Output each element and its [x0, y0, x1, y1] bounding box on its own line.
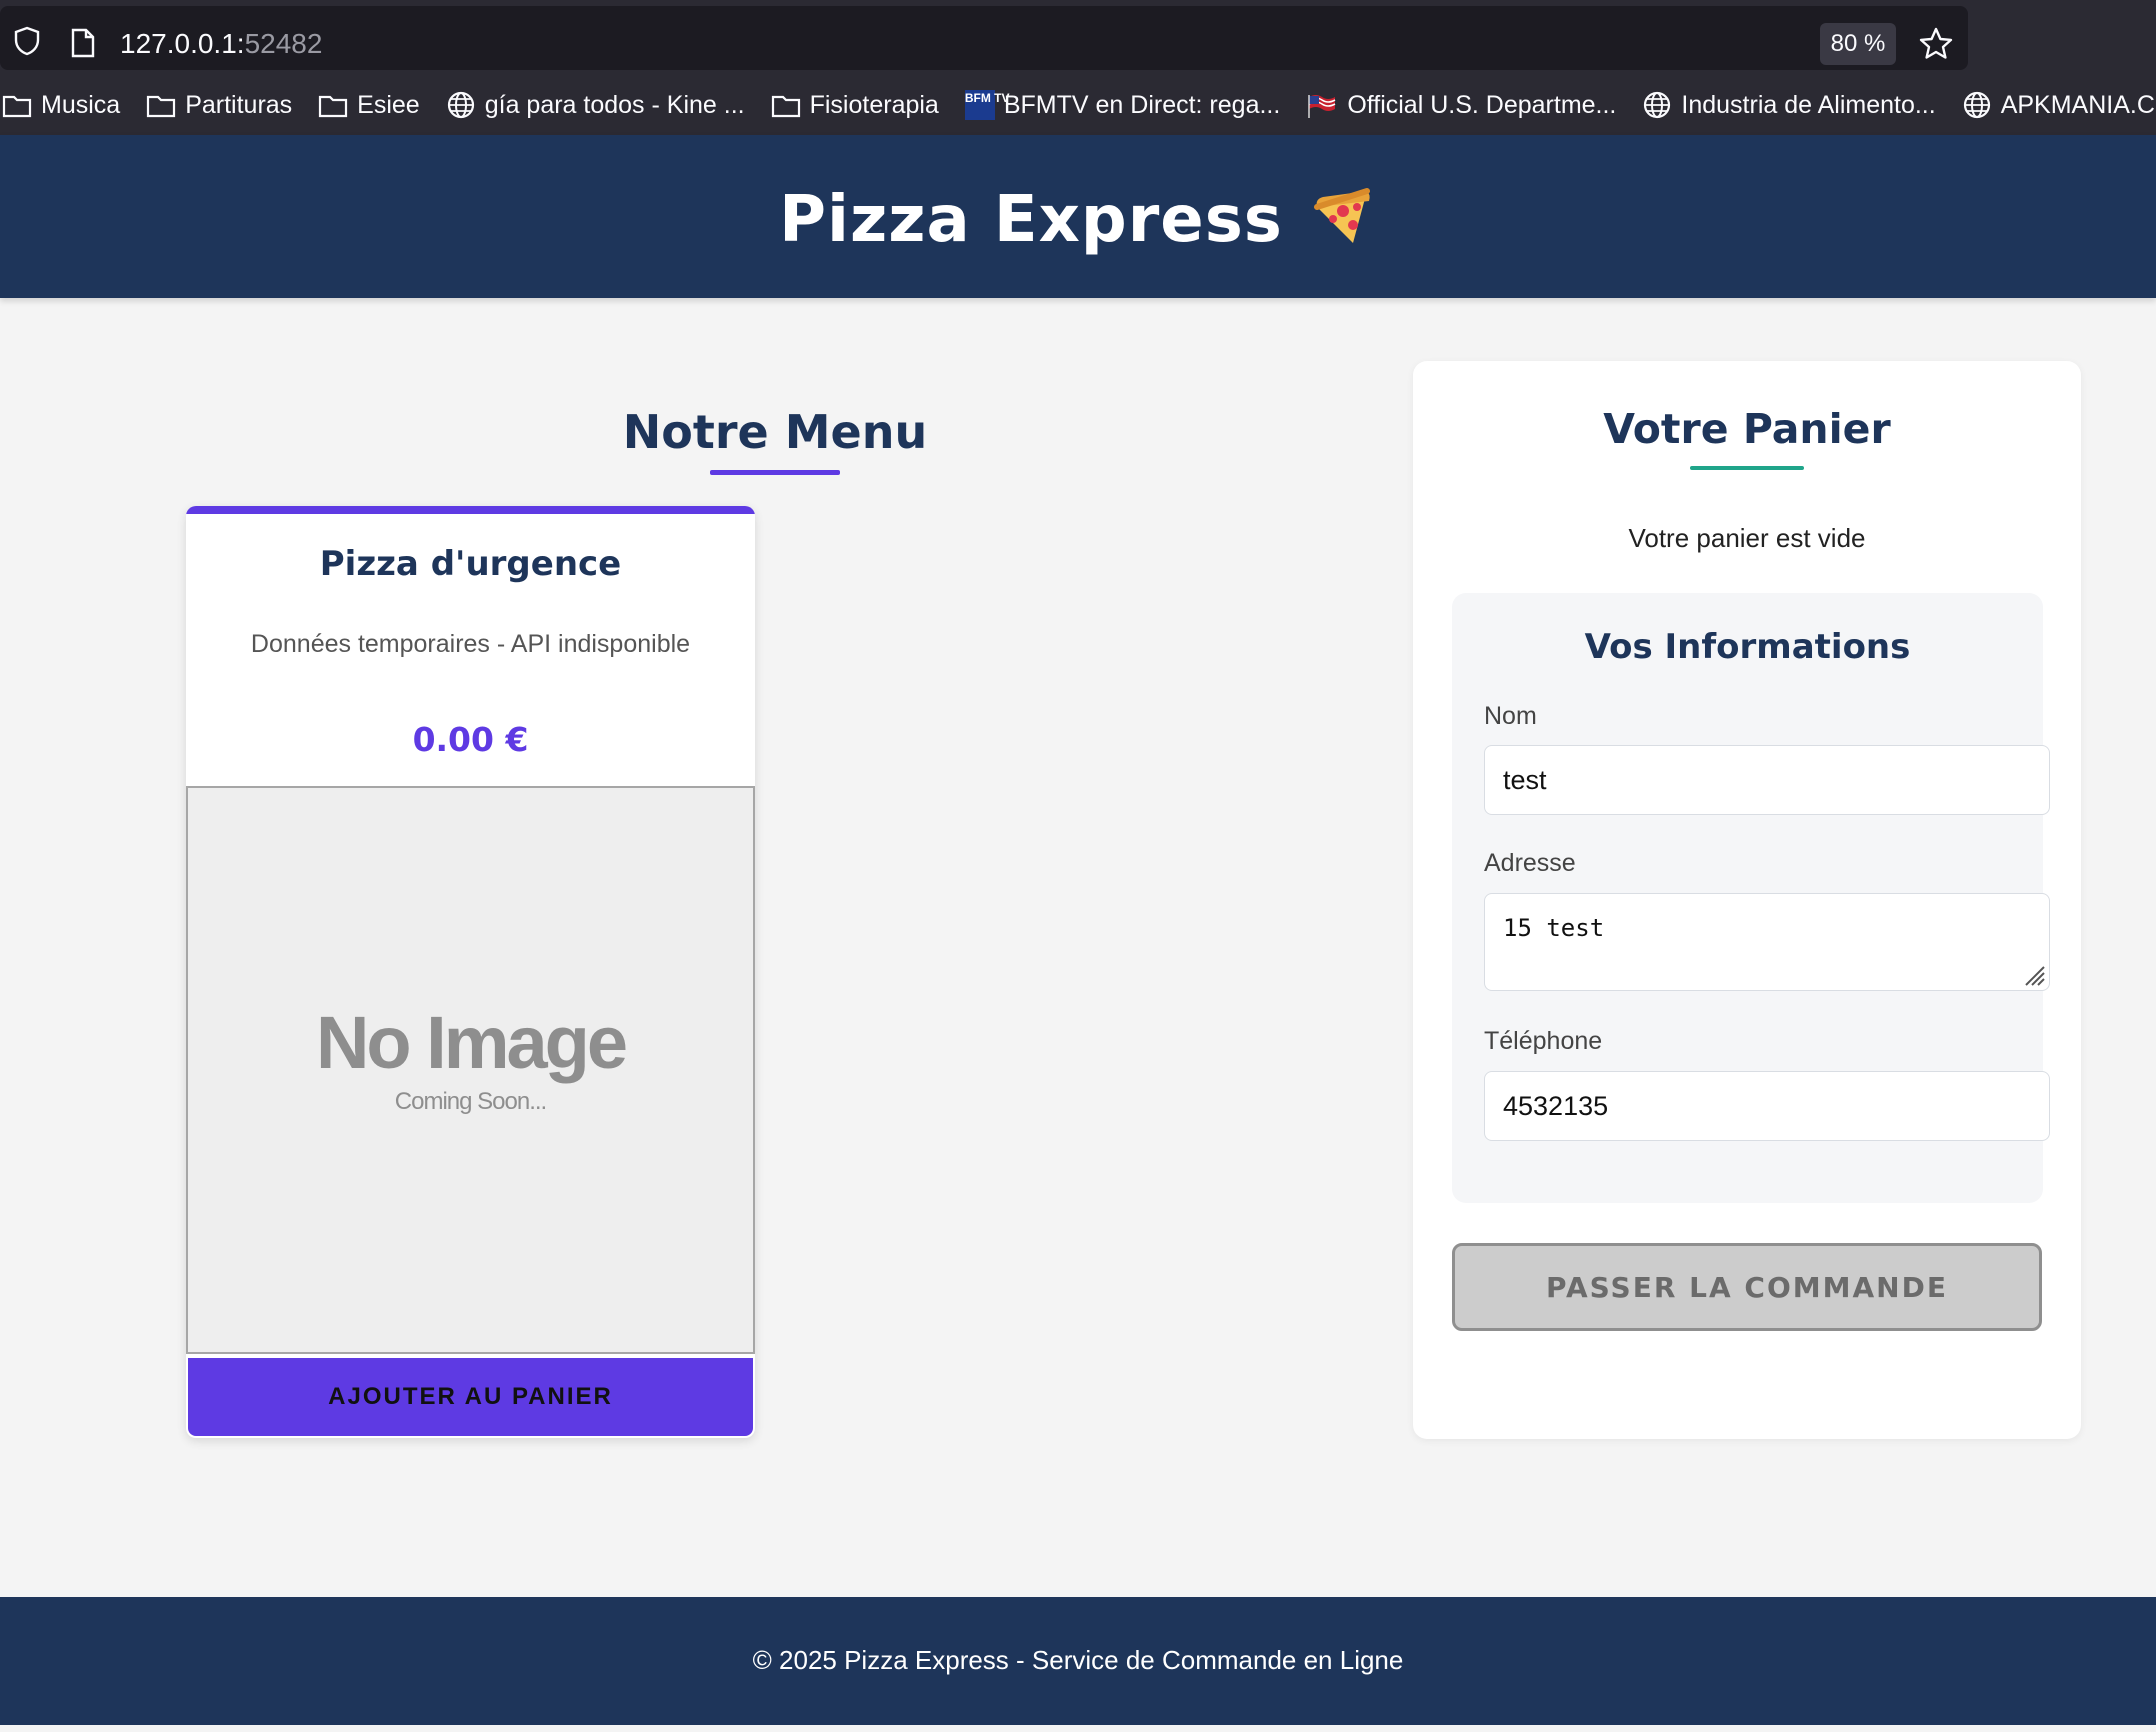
url-host: 127.0.0.1:	[120, 28, 245, 59]
bookmark-label: Partituras	[185, 90, 293, 119]
pizza-icon	[1313, 188, 1370, 243]
bookmark-musica[interactable]: Musica	[2, 75, 120, 135]
place-order-button[interactable]: PASSER LA COMMANDE	[1452, 1243, 2042, 1331]
star-icon[interactable]	[1918, 26, 1954, 62]
browser-toolbar: 127.0.0.1:52482 80 %	[0, 0, 2156, 75]
site-header: Pizza Express	[0, 135, 2156, 298]
bookmark-label: BFMTV en Direct: rega...	[1003, 90, 1281, 119]
bookmark-kine[interactable]: gía para todos - Kine ...	[446, 75, 745, 135]
site-title-text: Pizza Express	[779, 183, 1283, 257]
bfmtv-icon: BFM TV	[964, 90, 1010, 120]
bookmark-apkmania[interactable]: APKMANIA.COM® - ...	[1962, 75, 2156, 135]
card-accent-bar	[186, 506, 755, 514]
add-to-cart-button[interactable]: AJOUTER AU PANIER	[188, 1358, 753, 1436]
cart-empty-message: Votre panier est vide	[1628, 523, 1866, 553]
us-flag-icon	[1308, 95, 1336, 118]
page-bottom-edge	[0, 1725, 2156, 1732]
menu-heading: Notre Menu	[622, 405, 928, 459]
bookmark-label: Esiee	[357, 90, 420, 119]
bookmark-label: Musica	[41, 90, 121, 119]
bookmark-fisioterapia[interactable]: Fisioterapia	[771, 75, 939, 135]
pizza-description: Données temporaires - API indisponible	[250, 630, 691, 658]
site-title: Pizza Express	[0, 183, 2156, 257]
bookmark-us-department[interactable]: Official U.S. Departme...	[1306, 75, 1616, 135]
pizza-card: Pizza d'urgence Données temporaires - AP…	[186, 506, 755, 1438]
globe-icon	[447, 91, 474, 119]
folder-icon	[771, 95, 800, 118]
footer-text: © 2025 Pizza Express - Service de Comman…	[752, 1645, 1404, 1675]
pizza-image-placeholder: No Image Coming Soon...	[186, 786, 755, 1354]
address-bar[interactable]: 127.0.0.1:52482 80 %	[0, 6, 1968, 70]
address-label: Adresse	[1484, 849, 1576, 877]
globe-icon	[1644, 91, 1671, 119]
page-icon	[71, 28, 95, 58]
bookmark-label: APKMANIA.COM® - ...	[2000, 90, 2156, 119]
phone-field[interactable]: 4532135	[1484, 1071, 2050, 1141]
cart-panel: Votre Panier Votre panier est vide Vos I…	[1413, 361, 2081, 1439]
url-port: 52482	[244, 28, 323, 59]
customer-info-form: Vos Informations Nom test Adresse 15 tes…	[1452, 593, 2050, 1203]
no-image-title: No Image	[315, 1001, 628, 1084]
no-image-subtitle: Coming Soon...	[394, 1088, 547, 1115]
name-field[interactable]: test	[1484, 745, 2050, 815]
address-textarea[interactable]: 15 test	[1484, 893, 2050, 991]
bookmark-label: Official U.S. Departme...	[1347, 90, 1617, 119]
bookmark-partituras[interactable]: Partituras	[146, 75, 292, 135]
address-value: 15 test	[1503, 914, 1605, 942]
globe-icon	[1963, 91, 1990, 119]
folder-icon	[147, 95, 176, 118]
folder-icon	[2, 95, 32, 118]
pizza-price: 0.00 €	[412, 720, 529, 759]
bookmark-bfmtv[interactable]: BFM TV BFMTV en Direct: rega...	[964, 75, 1281, 135]
bookmark-label: Fisioterapia	[809, 90, 939, 119]
bookmark-industria[interactable]: Industria de Alimento...	[1642, 75, 1936, 135]
site-footer: © 2025 Pizza Express - Service de Comman…	[0, 1597, 2156, 1725]
pizza-name: Pizza d'urgence	[319, 544, 622, 584]
phone-label: Téléphone	[1484, 1027, 1603, 1055]
menu-heading-underline	[710, 470, 840, 475]
shield-icon[interactable]	[12, 26, 42, 56]
name-label: Nom	[1484, 702, 1537, 730]
bookmark-esiee[interactable]: Esiee	[318, 75, 420, 135]
cart-heading: Votre Panier	[1603, 405, 1891, 453]
url-text[interactable]: 127.0.0.1:52482	[120, 28, 322, 60]
info-heading: Vos Informations	[1584, 627, 1911, 667]
zoom-level-button[interactable]: 80 %	[1820, 23, 1896, 65]
cart-heading-underline	[1690, 466, 1804, 470]
bookmark-label: Industria de Alimento...	[1681, 90, 1936, 119]
folder-icon	[319, 95, 348, 118]
resize-handle-icon[interactable]	[2020, 961, 2046, 987]
bookmarks-bar: Musica Partituras Esiee gía para todos -…	[0, 75, 2156, 135]
bookmark-label: gía para todos - Kine ...	[484, 90, 745, 119]
